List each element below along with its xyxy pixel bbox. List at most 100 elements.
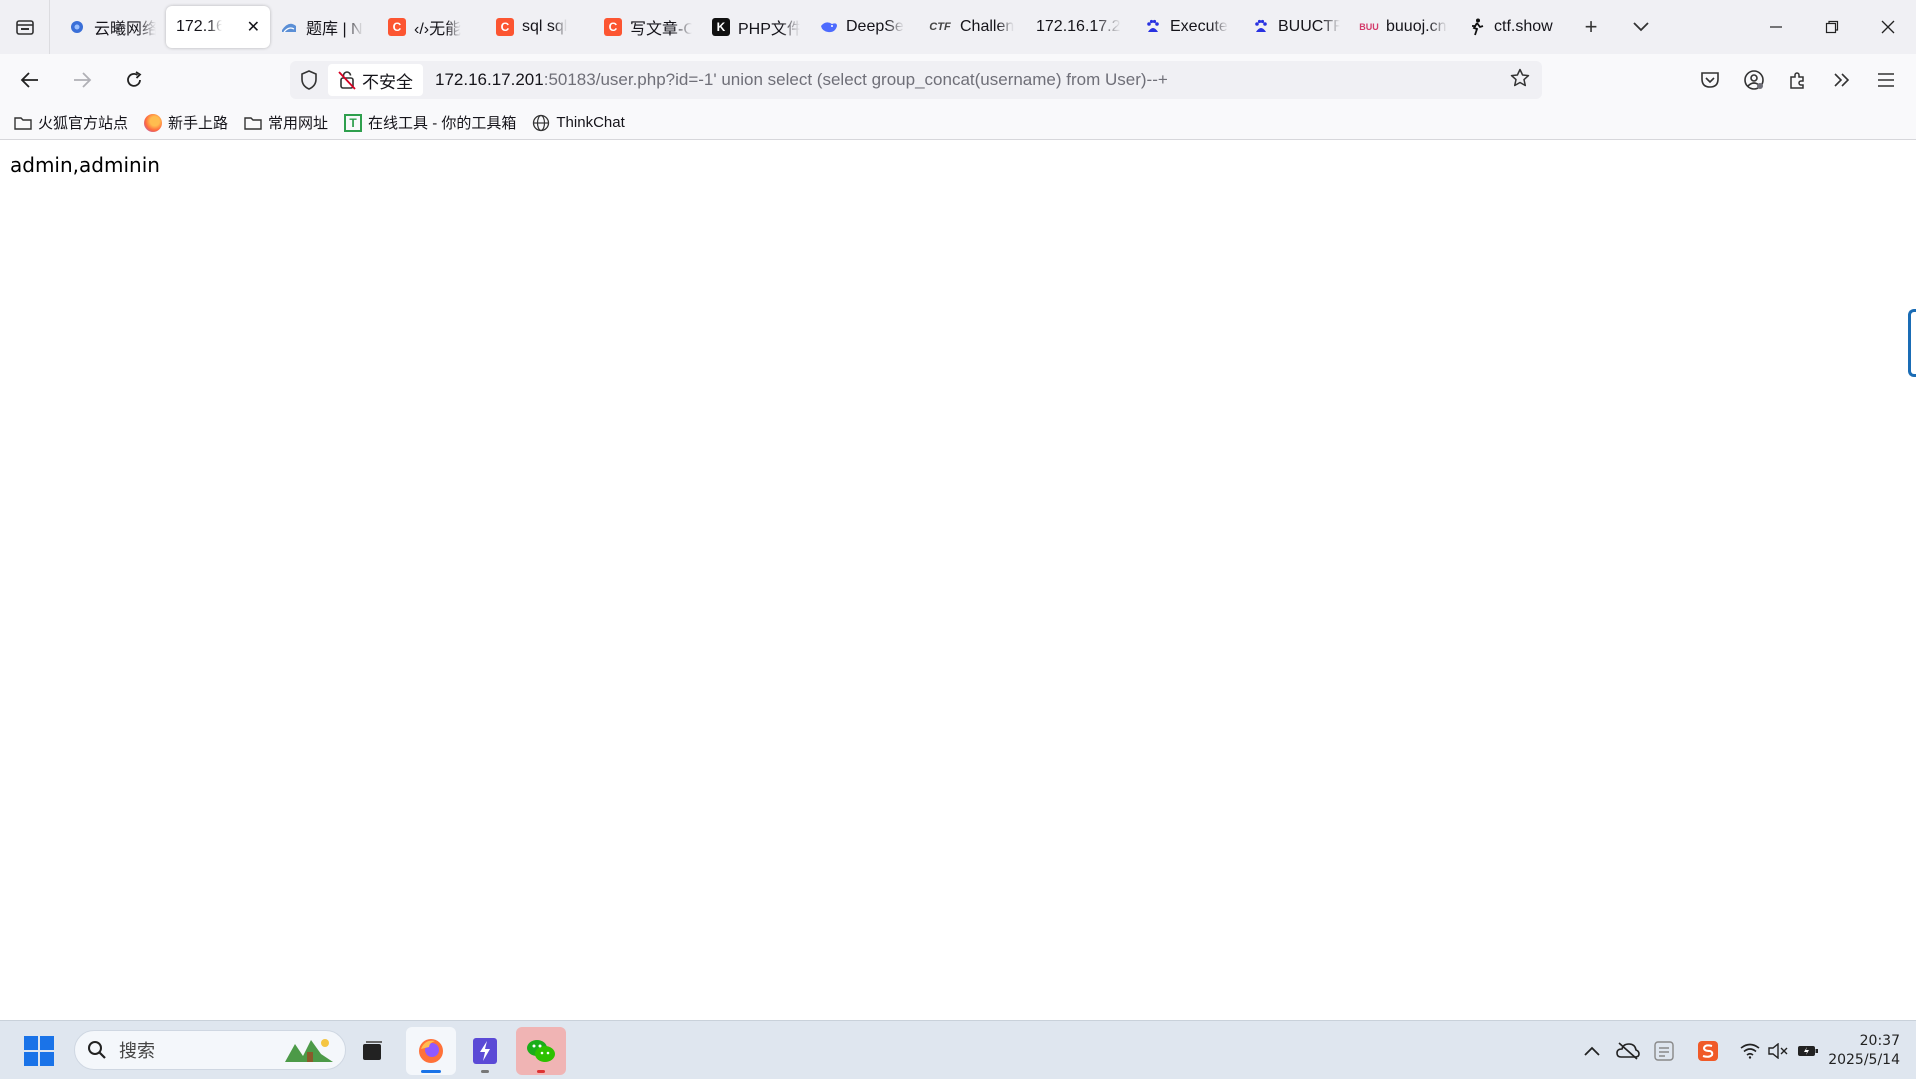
tab-title: sql sql — [522, 18, 568, 35]
buu-icon: BUU — [1359, 22, 1379, 32]
page-content: admin,adminin — [0, 141, 1916, 1020]
lightning-app-icon — [473, 1038, 497, 1064]
tab-title: 172.16.17.2 — [1036, 18, 1121, 35]
app-menu-button[interactable] — [1864, 58, 1908, 102]
battery-button[interactable] — [1792, 1031, 1824, 1071]
tracking-protection-button[interactable] — [290, 70, 328, 90]
star-icon — [1510, 68, 1530, 86]
pocket-button[interactable] — [1688, 58, 1732, 102]
tab-13[interactable]: ctf.show — [1458, 6, 1566, 48]
url-input[interactable]: 172.16.17.201:50183/user.php?id=-1' unio… — [435, 70, 1168, 90]
active-indicator — [421, 1070, 441, 1073]
minimize-button[interactable] — [1748, 0, 1804, 54]
tab-title: 题库 | N — [306, 21, 363, 38]
forward-button[interactable] — [60, 58, 104, 102]
sogou-icon — [1698, 1040, 1718, 1061]
tray-app-button[interactable] — [1646, 1031, 1682, 1071]
bookmark-item[interactable]: ThinkChat — [532, 114, 625, 132]
arrow-right-icon — [74, 72, 92, 88]
bookmark-star-button[interactable] — [1510, 68, 1530, 93]
sogou-input-button[interactable] — [1690, 1031, 1726, 1071]
csdn-icon: C — [496, 18, 514, 36]
side-scroll-handle[interactable] — [1908, 309, 1916, 377]
reload-icon — [127, 71, 142, 87]
wifi-button[interactable] — [1736, 1031, 1764, 1071]
restore-button[interactable] — [1804, 0, 1860, 54]
url-bar[interactable]: 不安全 172.16.17.201:50183/user.php?id=-1' … — [290, 61, 1542, 99]
account-icon — [1744, 70, 1764, 90]
account-button[interactable] — [1732, 58, 1776, 102]
tool-icon: T — [344, 113, 363, 132]
tray-app-icon — [1654, 1040, 1674, 1061]
connection-not-secure-button[interactable]: 不安全 — [328, 64, 423, 96]
bookmark-label: 常用网址 — [268, 115, 329, 132]
clock-date: 2025/5/14 — [1828, 1051, 1900, 1068]
close-window-button[interactable] — [1860, 0, 1916, 54]
onedrive-button[interactable] — [1610, 1031, 1646, 1071]
bookmark-item[interactable]: 常用网址 — [244, 112, 328, 133]
window-controls — [1748, 0, 1916, 54]
wifi-icon — [1740, 1043, 1760, 1059]
puzzle-icon — [1790, 72, 1804, 89]
query-result-text: admin,adminin — [10, 153, 160, 177]
search-highlight-illustration-icon — [285, 1039, 333, 1062]
clock[interactable]: 20:37 2025/5/14 — [1824, 1032, 1916, 1070]
tab-3[interactable]: C ‹/›无能 — [378, 6, 486, 48]
extensions-button[interactable] — [1776, 58, 1820, 102]
reload-button[interactable] — [112, 58, 156, 102]
taskbar-search[interactable]: 搜索 — [74, 1030, 346, 1070]
list-all-tabs-button[interactable] — [1616, 6, 1666, 48]
tab-9[interactable]: 172.16.17.2 — [1026, 6, 1134, 48]
tab-0[interactable]: 云曦网络 — [58, 6, 166, 48]
new-tab-button[interactable]: + — [1566, 6, 1616, 48]
start-button[interactable] — [24, 1036, 54, 1066]
taskbar-firefox[interactable] — [406, 1027, 456, 1075]
bookmark-item[interactable]: 新手上路 — [144, 112, 228, 133]
running-indicator — [481, 1070, 489, 1073]
tab-title: buuoj.cn — [1386, 18, 1447, 35]
wechat-icon — [527, 1040, 555, 1062]
double-chevron-icon — [1834, 73, 1850, 87]
more-tools-button[interactable] — [1820, 58, 1864, 102]
tab-title: ctf.show — [1494, 18, 1553, 35]
tab-2[interactable]: 题库 | N — [270, 6, 378, 48]
toolbar-right — [1688, 58, 1908, 102]
bookmark-item[interactable]: T 在线工具 - 你的工具箱 — [344, 112, 516, 133]
pocket-icon — [1701, 72, 1719, 88]
bookmark-label: 新手上路 — [168, 115, 229, 132]
tab-12[interactable]: BUU buuoj.cn — [1350, 6, 1458, 48]
volume-button[interactable] — [1764, 1031, 1792, 1071]
show-hidden-icons-button[interactable] — [1574, 1031, 1610, 1071]
windows-taskbar: 搜索 20:37 2025/5/14 — [0, 1020, 1916, 1079]
firefox-icon — [144, 113, 163, 132]
running-indicator — [537, 1070, 545, 1073]
tab-6[interactable]: K PHP文件 — [702, 6, 810, 48]
navigation-toolbar: 不安全 172.16.17.201:50183/user.php?id=-1' … — [0, 54, 1916, 106]
windows-logo-icon — [40, 1036, 54, 1050]
url-path: :50183/user.php?id=-1' union select (sel… — [543, 70, 1168, 89]
tab-8[interactable]: CTF Challen — [918, 6, 1026, 48]
cloud-offline-icon — [1616, 1041, 1640, 1060]
tab-strip: 云曦网络 172.16.17 ✕ 题库 | N C ‹/›无能 C sql sq… — [0, 0, 1916, 54]
taskbar-wechat[interactable] — [516, 1027, 566, 1075]
tab-1-active[interactable]: 172.16.17 ✕ — [166, 6, 270, 48]
folder-icon — [14, 116, 32, 130]
tab-11[interactable]: BUUCTF — [1242, 6, 1350, 48]
tab-10[interactable]: Execute — [1134, 6, 1242, 48]
tab-7[interactable]: DeepSe — [810, 6, 918, 48]
search-icon — [88, 1041, 106, 1059]
lock-insecure-icon — [338, 71, 356, 90]
tab-5[interactable]: C 写文章-C — [594, 6, 702, 48]
taskbar-app-lightning[interactable] — [460, 1027, 510, 1075]
tab-title: ‹/›无能 — [414, 21, 462, 38]
taskbar-task-view[interactable] — [348, 1027, 398, 1075]
windows-logo-icon — [40, 1052, 54, 1066]
firefox-view-button[interactable] — [0, 0, 50, 54]
close-icon[interactable]: ✕ — [247, 17, 260, 37]
k-icon: K — [712, 18, 730, 36]
tab-4[interactable]: C sql sql — [486, 6, 594, 48]
globe-icon — [533, 114, 550, 131]
bookmark-item[interactable]: 火狐官方站点 — [14, 112, 128, 133]
windows-logo-icon — [24, 1052, 38, 1066]
back-button[interactable] — [8, 58, 52, 102]
